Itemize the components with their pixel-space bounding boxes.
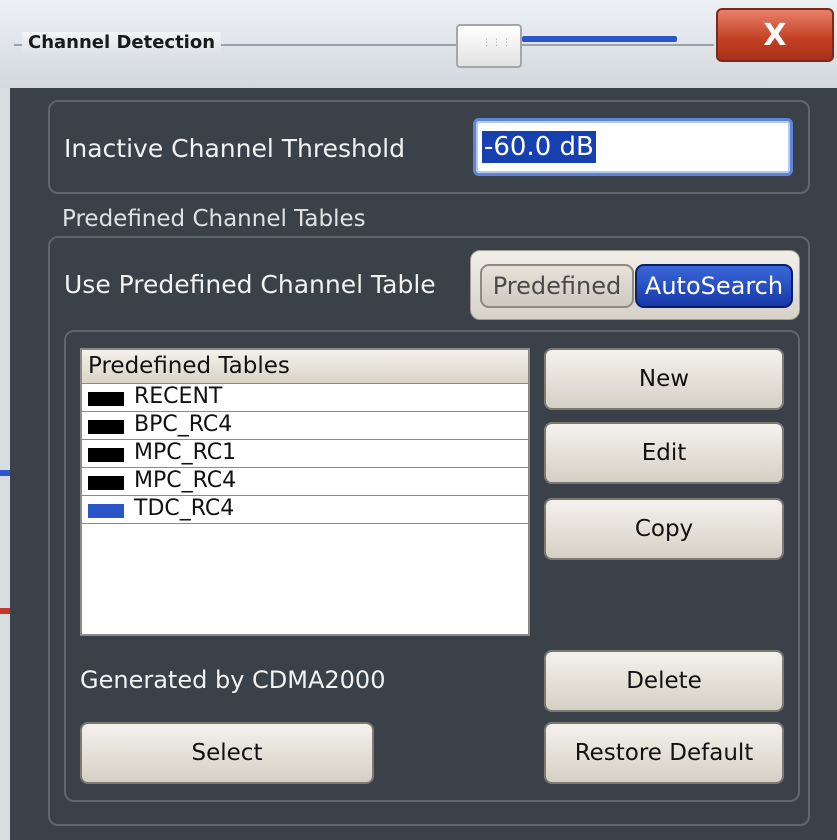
copy-button[interactable]: Copy xyxy=(544,498,784,560)
dialog-transparency-slider-track[interactable] xyxy=(522,36,677,42)
toggle-autosearch[interactable]: AutoSearch xyxy=(635,264,793,308)
edge-marker-blue xyxy=(0,470,10,476)
threshold-input[interactable]: -60.0 dB xyxy=(473,118,793,176)
threshold-label: Inactive Channel Threshold xyxy=(64,134,405,163)
use-predefined-label: Use Predefined Channel Table xyxy=(64,270,436,299)
background-window-edge xyxy=(0,88,10,840)
table-mode-toggle: Predefined AutoSearch xyxy=(470,250,800,320)
toggle-predefined[interactable]: Predefined xyxy=(480,264,634,308)
edit-button[interactable]: Edit xyxy=(544,422,784,484)
table-row[interactable]: BPC_RC4 xyxy=(82,412,528,440)
row-label: BPC_RC4 xyxy=(134,412,233,437)
section-caption: Predefined Channel Tables xyxy=(62,206,366,232)
row-label: RECENT xyxy=(134,384,223,409)
new-button[interactable]: New xyxy=(544,348,784,410)
color-swatch xyxy=(88,504,124,518)
row-label: TDC_RC4 xyxy=(134,496,235,521)
color-swatch xyxy=(88,448,124,462)
delete-button[interactable]: Delete xyxy=(544,650,784,712)
table-row[interactable]: TDC_RC4 xyxy=(82,496,528,524)
select-button[interactable]: Select xyxy=(80,722,374,784)
table-row[interactable]: MPC_RC1 xyxy=(82,440,528,468)
dialog-title: Channel Detection xyxy=(22,32,222,53)
table-row[interactable]: MPC_RC4 xyxy=(82,468,528,496)
table-header: Predefined Tables xyxy=(82,350,528,384)
dialog-transparency-slider-handle[interactable]: ⋮⋮⋮ xyxy=(456,24,522,68)
restore-default-button[interactable]: Restore Default xyxy=(544,722,784,784)
row-label: MPC_RC1 xyxy=(134,440,237,465)
color-swatch xyxy=(88,420,124,434)
predefined-tables-list[interactable]: Predefined Tables RECENT BPC_RC4 MPC_RC1… xyxy=(80,348,530,636)
table-row[interactable]: RECENT xyxy=(82,384,528,412)
row-label: MPC_RC4 xyxy=(134,468,237,493)
generated-by-label: Generated by CDMA2000 xyxy=(80,666,386,694)
threshold-value: -60.0 dB xyxy=(482,131,596,163)
edge-marker-red xyxy=(0,608,10,614)
close-button[interactable]: X xyxy=(716,8,834,62)
color-swatch xyxy=(88,476,124,490)
color-swatch xyxy=(88,392,124,406)
